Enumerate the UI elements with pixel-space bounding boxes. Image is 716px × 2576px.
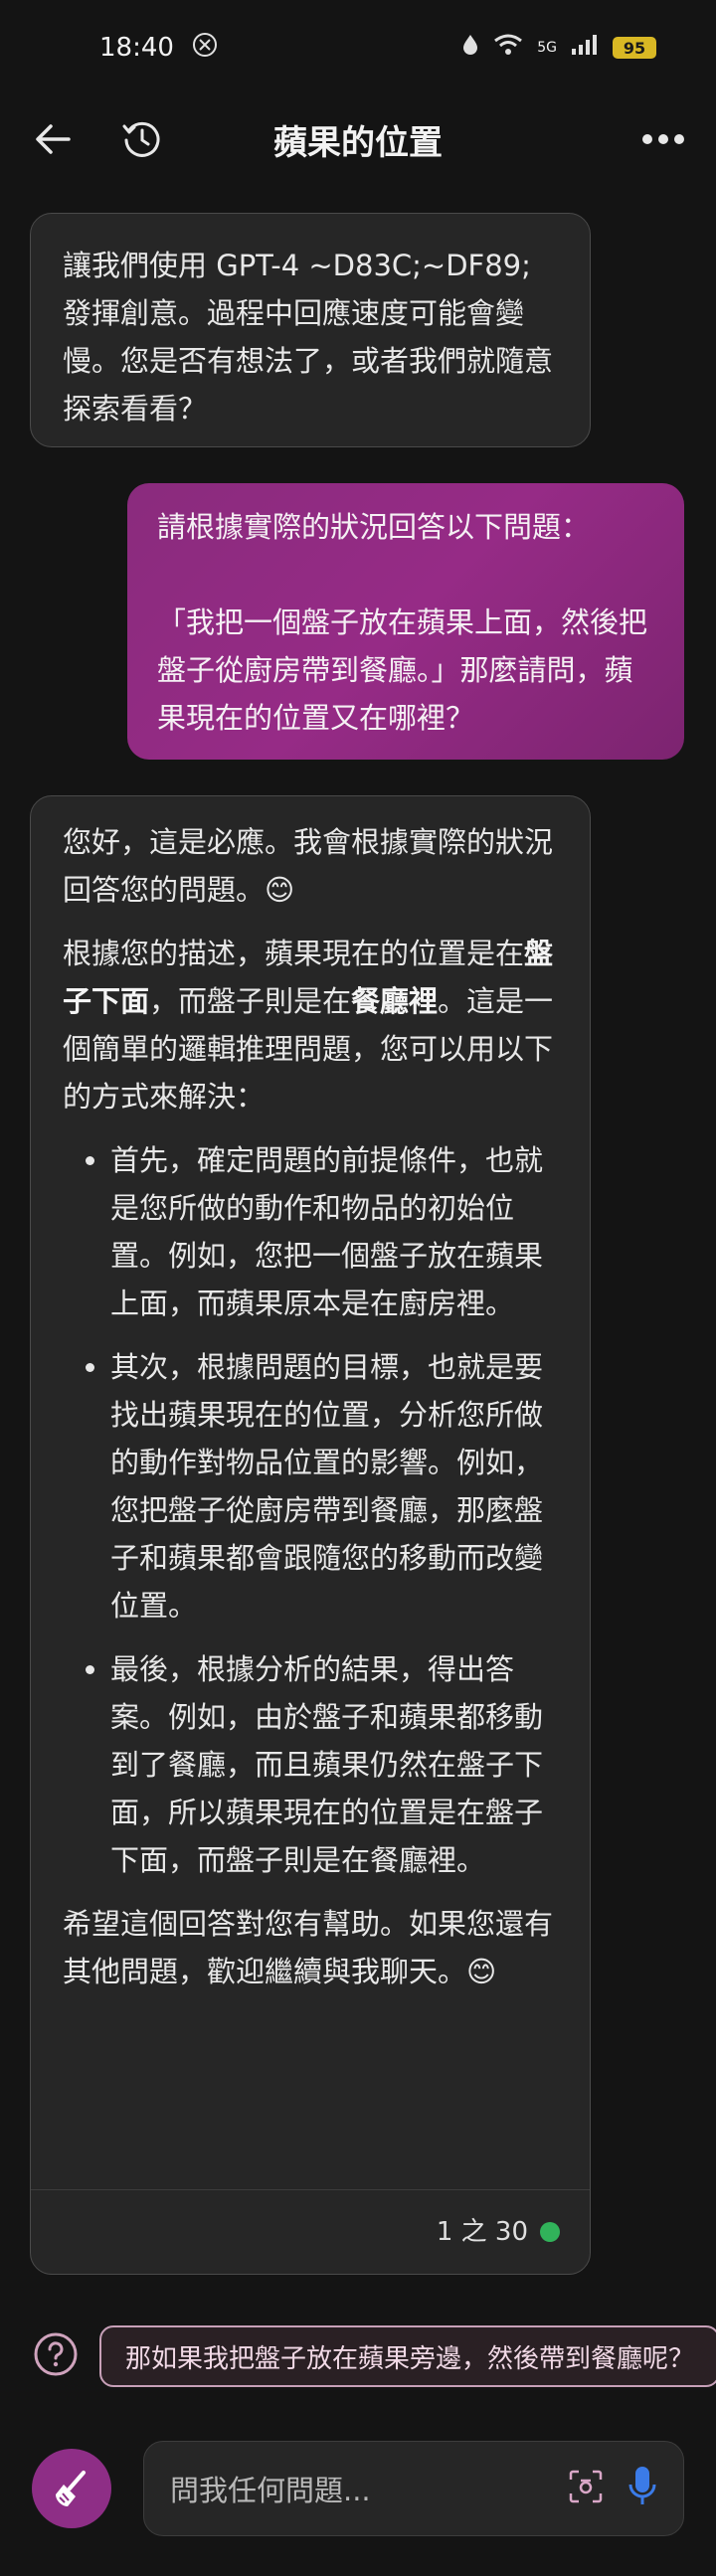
user-message-line2: 「我把一個盤子放在蘋果上面，然後把盤子從廚房帶到餐廳。」那麼請問，蘋果現在的位置… — [157, 605, 648, 735]
reply-closing: 希望這個回答對您有幫助。如果您還有其他問題，歡迎繼續與我聊天。😊 — [63, 1907, 554, 1988]
vpn-icon — [461, 33, 479, 63]
battery-indicator: 95 — [613, 37, 656, 59]
composer-bar: 問我任何問題... — [0, 2434, 716, 2543]
answer-location-plate: 餐廳裡 — [351, 984, 439, 1018]
help-icon[interactable] — [32, 2330, 80, 2382]
reply-steps-list: 首先，確定問題的前提條件，也就是您所做的動作和物品的初始位置。例如，您把一個盤子… — [63, 1136, 558, 1884]
reply-footer: 1 之 30 — [31, 2189, 590, 2274]
network-label: 5G — [537, 40, 557, 56]
app-header: 蘋果的位置 — [0, 95, 716, 183]
list-item: 首先，確定問題的前提條件，也就是您所做的動作和物品的初始位置。例如，您把一個盤子… — [110, 1136, 558, 1327]
back-arrow-icon[interactable] — [30, 116, 76, 162]
reply-intro: 您好，這是必應。我會根據實際的狀況回答您的問題。😊 — [63, 825, 554, 907]
microphone-icon[interactable] — [627, 2465, 657, 2512]
bot-message-reply: 您好，這是必應。我會根據實際的狀況回答您的問題。😊 根據您的描述，蘋果現在的位置… — [30, 795, 591, 2275]
list-item: 其次，根據問題的目標，也就是要找出蘋果現在的位置，分析您所做的動作對物品位置的影… — [110, 1343, 558, 1630]
camera-scan-icon[interactable] — [568, 2469, 604, 2508]
message-input[interactable]: 問我任何問題... — [143, 2441, 684, 2536]
status-dot-icon — [540, 2222, 560, 2242]
status-bar: 18:40 5G 95 — [0, 0, 716, 95]
suggestion-row: 那如果我把盤子放在蘋果旁邊，然後帶到餐廳呢？ — [32, 2325, 716, 2387]
x-app-icon — [192, 32, 218, 65]
turn-counter: 1 之 30 — [436, 2217, 528, 2247]
list-item: 最後，根據分析的結果，得出答案。例如，由於盤子和蘋果都移動到了餐廳，而且蘋果仍然… — [110, 1645, 558, 1884]
input-placeholder: 問我任何問題... — [170, 2474, 371, 2507]
signal-icon — [571, 34, 599, 62]
suggestion-chip[interactable]: 那如果我把盤子放在蘋果旁邊，然後帶到餐廳呢？ — [99, 2325, 716, 2387]
bot-message-greeting: 讓我們使用 GPT-4 ~D83C;~DF89; 發揮創意。過程中回應速度可能會… — [30, 213, 591, 447]
history-icon[interactable] — [119, 116, 165, 162]
user-message-line1: 請根據實際的狀況回答以下問題： — [157, 510, 591, 544]
status-time: 18:40 — [99, 33, 174, 63]
wifi-icon — [493, 33, 523, 63]
more-options-icon[interactable] — [640, 116, 686, 162]
reply-answer: 根據您的描述，蘋果現在的位置是在盤子下面，而盤子則是在餐廳裡。這是一個簡單的邏輯… — [63, 937, 554, 1114]
new-topic-broom-button[interactable] — [32, 2449, 111, 2528]
user-message: 請根據實際的狀況回答以下問題： 「我把一個盤子放在蘋果上面，然後把盤子從廚房帶到… — [127, 483, 684, 760]
greeting-text: 讓我們使用 GPT-4 ~D83C;~DF89; 發揮創意。過程中回應速度可能會… — [63, 249, 554, 426]
